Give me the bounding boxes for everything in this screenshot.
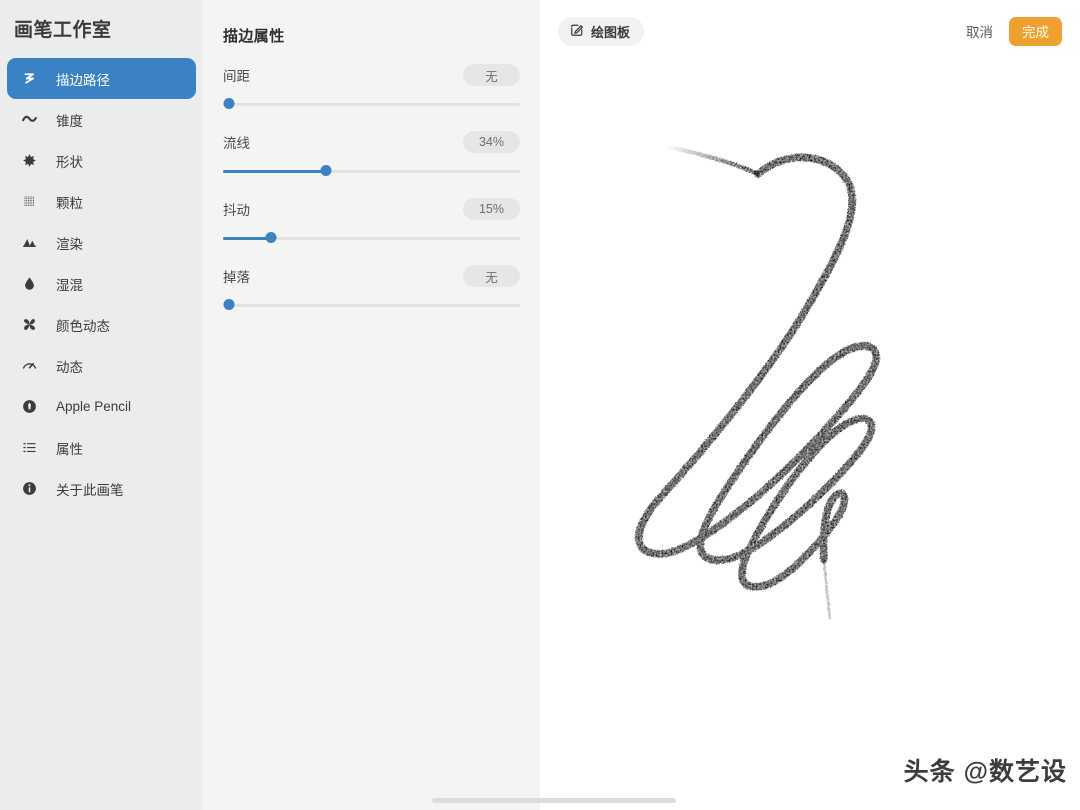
sidebar-item-label: 关于此画笔 bbox=[56, 482, 124, 498]
slider-fill bbox=[223, 169, 324, 173]
sidebar-item-10[interactable]: 属性 bbox=[7, 427, 196, 468]
done-button[interactable]: 完成 bbox=[1009, 16, 1062, 46]
slider-header: 间距 无 bbox=[223, 63, 520, 87]
slider-thumb[interactable] bbox=[223, 98, 234, 109]
panel-title: 描边属性 bbox=[223, 28, 285, 45]
render-mountain-icon bbox=[18, 232, 40, 254]
slider-control[interactable] bbox=[223, 165, 520, 177]
sidebar-item-8[interactable]: 动态 bbox=[7, 345, 196, 386]
slider-track bbox=[223, 102, 520, 106]
slider-track bbox=[223, 303, 520, 307]
sidebar-item-label: Apple Pencil bbox=[56, 399, 132, 414]
slider-row-3: 抖动 15% bbox=[223, 197, 520, 244]
slider-row-2: 流线 34% bbox=[223, 130, 520, 177]
slider-row-4: 掉落 无 bbox=[223, 264, 520, 311]
sidebar-nav-list: 描边路径锥度形状颗粒渲染湿混颜色动态动态 Apple Pencil 属性关于此画笔 bbox=[0, 58, 203, 509]
sidebar-item-label: 颗粒 bbox=[56, 195, 83, 211]
sidebar-item-1[interactable]: 描边路径 bbox=[7, 58, 196, 99]
slider-header: 掉落 无 bbox=[223, 264, 520, 288]
grain-grid-icon bbox=[18, 191, 40, 213]
info-circle-icon bbox=[18, 478, 40, 500]
sidebar-item-2[interactable]: 锥度 bbox=[7, 99, 196, 140]
slider-value-pill[interactable]: 无 bbox=[463, 265, 520, 287]
sidebar-item-5[interactable]: 渲染 bbox=[7, 222, 196, 263]
slider-label: 间距 bbox=[223, 69, 250, 84]
page-title: 画笔工作室 bbox=[14, 20, 112, 41]
slider-control[interactable] bbox=[223, 232, 520, 244]
sidebar-item-label: 形状 bbox=[56, 154, 83, 170]
sidebar-item-label: 渲染 bbox=[56, 236, 83, 252]
slider-header: 抖动 15% bbox=[223, 197, 520, 221]
sidebar-item-3[interactable]: 形状 bbox=[7, 140, 196, 181]
slider-thumb[interactable] bbox=[265, 232, 277, 243]
sidebar-item-9[interactable]: Apple Pencil bbox=[7, 386, 196, 427]
sidebar-item-7[interactable]: 颜色动态 bbox=[7, 304, 196, 345]
sidebar-item-label: 颜色动态 bbox=[56, 318, 110, 334]
slider-value-pill[interactable]: 无 bbox=[463, 64, 520, 86]
sidebar-item-4[interactable]: 颗粒 bbox=[7, 181, 196, 222]
slider-fill bbox=[223, 236, 268, 240]
horizontal-scrollbar[interactable] bbox=[432, 798, 676, 803]
drawpad-label: 绘图板 bbox=[591, 24, 631, 40]
sidebar-item-label: 属性 bbox=[56, 441, 83, 457]
taper-wave-icon bbox=[18, 109, 40, 131]
dynamics-gauge-icon bbox=[18, 355, 40, 377]
sidebar-item-6[interactable]: 湿混 bbox=[7, 263, 196, 304]
color-dynamics-pinwheel-icon bbox=[18, 314, 40, 336]
slider-row-1: 间距 无 bbox=[223, 63, 520, 110]
canvas-area: 绘图板 取消 完成 头条 @数艺设 bbox=[540, 0, 1080, 810]
slider-control[interactable] bbox=[223, 98, 520, 110]
apple-pencil-icon bbox=[18, 396, 40, 418]
slider-thumb[interactable] bbox=[320, 165, 332, 176]
stroke-path-icon bbox=[18, 68, 40, 90]
wet-mix-droplet-icon bbox=[18, 273, 40, 295]
slider-label: 流线 bbox=[223, 136, 250, 151]
sidebar-item-label: 动态 bbox=[56, 359, 83, 375]
shape-starburst-icon bbox=[18, 150, 40, 172]
brush-studio-window: 画笔工作室 描边路径锥度形状颗粒渲染湿混颜色动态动态 Apple Pencil 属性… bbox=[0, 0, 1080, 810]
sidebar-item-label: 锥度 bbox=[56, 113, 83, 129]
slider-label: 掉落 bbox=[223, 270, 250, 285]
slider-thumb[interactable] bbox=[223, 299, 234, 310]
slider-list: 间距无流线 34% 抖动 15% 掉落无 bbox=[223, 63, 520, 311]
drawpad-button[interactable]: 绘图板 bbox=[558, 16, 645, 46]
brush-stroke-preview bbox=[635, 143, 880, 620]
sidebar-item-label: 描边路径 bbox=[56, 72, 110, 88]
sidebar-item-11[interactable]: 关于此画笔 bbox=[7, 468, 196, 509]
edit-square-pencil-icon bbox=[570, 23, 584, 40]
slider-label: 抖动 bbox=[223, 203, 250, 218]
sidebar-item-label: 湿混 bbox=[56, 277, 83, 293]
properties-list-icon bbox=[18, 437, 40, 459]
slider-control[interactable] bbox=[223, 299, 520, 311]
watermark: 头条 @数艺设 bbox=[903, 758, 1067, 786]
slider-value-pill[interactable]: 34% bbox=[463, 131, 520, 153]
sidebar: 画笔工作室 描边路径锥度形状颗粒渲染湿混颜色动态动态 Apple Pencil 属性… bbox=[0, 0, 203, 810]
cancel-button[interactable]: 取消 bbox=[966, 21, 993, 41]
slider-header: 流线 34% bbox=[223, 130, 520, 154]
canvas-toolbar: 绘图板 取消 完成 bbox=[540, 0, 1080, 62]
slider-value-pill[interactable]: 15% bbox=[463, 198, 520, 220]
stroke-properties-panel: 描边属性 间距无流线 34% 抖动 15% 掉落无 bbox=[203, 0, 540, 810]
